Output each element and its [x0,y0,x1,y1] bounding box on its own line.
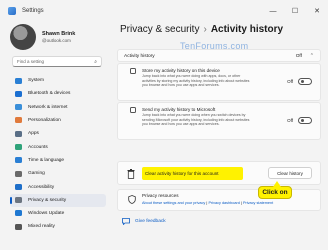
give-feedback[interactable]: Give feedback [122,218,166,225]
bluetooth-icon [15,90,22,97]
sidebar-item-gaming[interactable]: Gaming [10,167,106,180]
search-icon: ⌕ [94,59,97,65]
send-activity-option: Send my activity history to Microsoft Ju… [117,102,321,140]
sidebar-item-network[interactable]: Network & internet [10,101,106,114]
chevron-up-icon: ⌃ [309,53,314,59]
toggle-label: Off [287,79,293,84]
accessibility-icon [15,183,22,190]
sidebar-item-label: Network & internet [28,104,68,110]
sidebar-nav: System Bluetooth & devices Network & int… [10,74,106,234]
privacy-statement-link[interactable]: Privacy statement [243,201,273,205]
sidebar-item-label: Windows Update [28,211,65,217]
system-icon [15,77,22,84]
breadcrumb: Privacy & security › Activity history [120,24,283,35]
click-on-callout: Click on [258,181,292,199]
settings-window: Settings — ☐ ✕ Shawn Brink @outlook.com … [0,0,328,250]
search-placeholder: Find a setting [17,59,45,64]
gaming-icon [15,170,22,177]
checkbox-icon [130,107,136,113]
toggle-label: Off [287,118,293,123]
privacy-links: About these settings and your privacy | … [142,201,273,205]
sidebar-item-label: Apps [28,131,39,137]
shield-icon [15,197,22,204]
privacy-dashboard-link[interactable]: Privacy dashboard [208,201,239,205]
window-controls: — ☐ ✕ [262,0,328,22]
clear-history-card: Clear activity history for this account … [117,161,321,185]
settings-app-icon [8,7,16,15]
store-activity-toggle-wrap: Off [287,78,312,85]
sidebar-item-personalization[interactable]: Personalization [10,114,106,127]
title-bar: Settings — ☐ ✕ [0,0,328,22]
sidebar-item-mixed-reality[interactable]: Mixed reality [10,220,106,233]
section-label: Activity history [124,54,155,59]
section-state: Off [295,54,302,59]
brush-icon [15,117,22,124]
sidebar-item-privacy-security[interactable]: Privacy & security [10,193,106,207]
activity-history-header[interactable]: Activity history Off ⌃ [117,49,321,62]
sidebar: Shawn Brink @outlook.com Find a setting … [0,22,110,250]
trash-icon [127,169,135,179]
minimize-button[interactable]: — [262,0,284,22]
accounts-icon [15,143,22,150]
sidebar-item-label: Mixed reality [28,224,55,230]
clear-history-label: Clear activity history for this account [145,171,219,176]
maximize-button[interactable]: ☐ [284,0,306,22]
breadcrumb-separator: › [203,24,207,35]
sidebar-item-accounts[interactable]: Accounts [10,140,106,153]
sidebar-item-system[interactable]: System [10,74,106,87]
profile-name: Shawn Brink [42,31,76,37]
page-title: Activity history [210,24,284,35]
store-activity-option: Store my activity history on this device… [117,63,321,101]
send-activity-toggle[interactable] [298,117,312,124]
sidebar-item-time-language[interactable]: Time & language [10,154,106,167]
sidebar-item-label: Personalization [28,118,61,124]
breadcrumb-parent[interactable]: Privacy & security [120,24,199,35]
store-activity-toggle[interactable] [298,78,312,85]
sidebar-item-apps[interactable]: Apps [10,127,106,140]
window-title: Settings [22,8,44,14]
privacy-resources-title: Privacy resources [142,193,179,198]
clear-history-button[interactable]: Clear history [268,167,312,179]
main-content: Privacy & security › Activity history TenF… [112,22,328,250]
sidebar-item-label: Gaming [28,171,45,177]
sidebar-item-label: System [28,78,44,84]
profile-email: @outlook.com [42,38,71,43]
give-feedback-label: Give feedback [135,219,166,224]
globe-clock-icon [15,157,22,164]
feedback-icon [122,218,130,225]
update-icon [15,210,22,217]
option-description: Jump back into what you were doing when … [142,113,250,127]
checkbox-icon [130,68,136,74]
shield-icon [128,195,136,204]
sidebar-item-label: Time & language [28,157,65,163]
headset-icon [15,223,22,230]
network-icon [15,104,22,111]
sidebar-item-accessibility[interactable]: Accessibility [10,180,106,193]
avatar [10,24,36,50]
sidebar-item-bluetooth[interactable]: Bluetooth & devices [10,87,106,100]
sidebar-item-label: Accounts [28,144,48,150]
close-button[interactable]: ✕ [306,0,328,22]
sidebar-item-windows-update[interactable]: Windows Update [10,207,106,220]
sidebar-item-label: Accessibility [28,184,55,190]
apps-icon [15,130,22,137]
sidebar-item-label: Bluetooth & devices [28,91,71,97]
sidebar-item-label: Privacy & security [28,197,67,203]
option-title: Store my activity history on this device [142,68,220,73]
search-input[interactable]: Find a setting ⌕ [12,56,102,67]
option-title: Send my activity history to Microsoft [142,107,216,112]
about-privacy-link[interactable]: About these settings and your privacy [142,201,205,205]
option-description: Jump back into what you were doing with … [142,74,250,88]
user-profile[interactable]: Shawn Brink @outlook.com [10,24,75,50]
send-activity-toggle-wrap: Off [287,117,312,124]
